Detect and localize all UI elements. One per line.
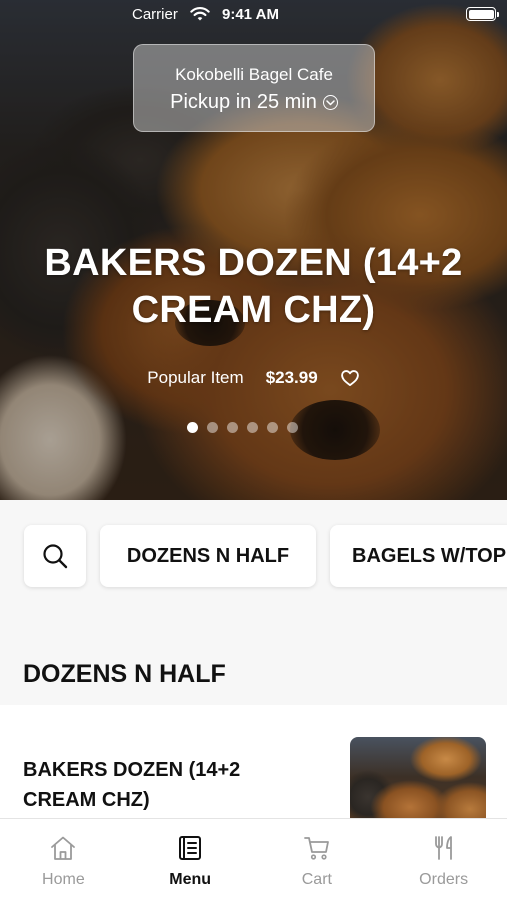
hero-banner[interactable]: Carrier 9:41 AM Kokobelli Bagel Cafe Pic… bbox=[0, 0, 507, 500]
category-chip-bagels[interactable]: BAGELS W/TOPPINGS bbox=[330, 525, 507, 587]
pickup-selector[interactable]: Kokobelli Bagel Cafe Pickup in 25 min bbox=[133, 44, 375, 132]
tab-menu-label: Menu bbox=[169, 871, 212, 888]
category-bar: DOZENS N HALF BAGELS W/TOPPINGS bbox=[0, 500, 507, 618]
search-icon bbox=[43, 544, 68, 569]
pickup-label: Pickup in 25 min bbox=[170, 91, 317, 113]
tab-menu[interactable]: Menu bbox=[127, 819, 254, 900]
tab-bar: Home Menu Cart Orders bbox=[0, 818, 507, 900]
search-button[interactable] bbox=[24, 525, 86, 587]
heart-icon[interactable] bbox=[340, 368, 360, 388]
tab-orders[interactable]: Orders bbox=[380, 819, 507, 900]
carousel-dot[interactable] bbox=[227, 422, 238, 433]
wifi-icon bbox=[190, 7, 210, 21]
carousel-dots[interactable] bbox=[187, 422, 298, 433]
home-icon bbox=[51, 836, 76, 860]
section-title: DOZENS N HALF bbox=[23, 660, 226, 688]
tab-home[interactable]: Home bbox=[0, 819, 127, 900]
carrier-label: Carrier bbox=[132, 6, 178, 23]
featured-title: BAKERS DOZEN (14+2 CREAM CHZ) bbox=[44, 242, 463, 331]
tab-orders-label: Orders bbox=[419, 871, 469, 888]
carousel-dot[interactable] bbox=[207, 422, 218, 433]
featured-tag: Popular Item bbox=[147, 368, 244, 387]
menu-item-name: BAKERS DOZEN (14+2 CREAM CHZ) bbox=[23, 759, 241, 811]
pickup-time: Pickup in 25 min bbox=[170, 91, 338, 114]
tab-home-label: Home bbox=[42, 871, 85, 888]
restaurant-name: Kokobelli Bagel Cafe bbox=[175, 65, 333, 84]
tab-cart[interactable]: Cart bbox=[254, 819, 381, 900]
carousel-dot[interactable] bbox=[287, 422, 298, 433]
status-bar: Carrier 9:41 AM bbox=[0, 0, 507, 30]
clock: 9:41 AM bbox=[222, 6, 279, 23]
tab-cart-label: Cart bbox=[301, 871, 332, 888]
chevron-down-icon bbox=[322, 95, 338, 110]
battery-icon bbox=[466, 7, 499, 21]
cart-icon bbox=[303, 837, 329, 860]
carousel-dot[interactable] bbox=[267, 422, 278, 433]
menu-icon bbox=[179, 836, 202, 860]
utensils-icon bbox=[434, 836, 452, 860]
menu-item[interactable]: BAKERS DOZEN (14+2 CREAM CHZ) bbox=[0, 705, 507, 837]
featured-price: $23.99 bbox=[265, 368, 318, 387]
featured-meta: Popular Item $23.99 bbox=[0, 368, 507, 388]
carousel-dot[interactable] bbox=[247, 422, 258, 433]
category-chip-dozens[interactable]: DOZENS N HALF bbox=[100, 525, 316, 587]
carousel-dot[interactable] bbox=[187, 422, 198, 433]
